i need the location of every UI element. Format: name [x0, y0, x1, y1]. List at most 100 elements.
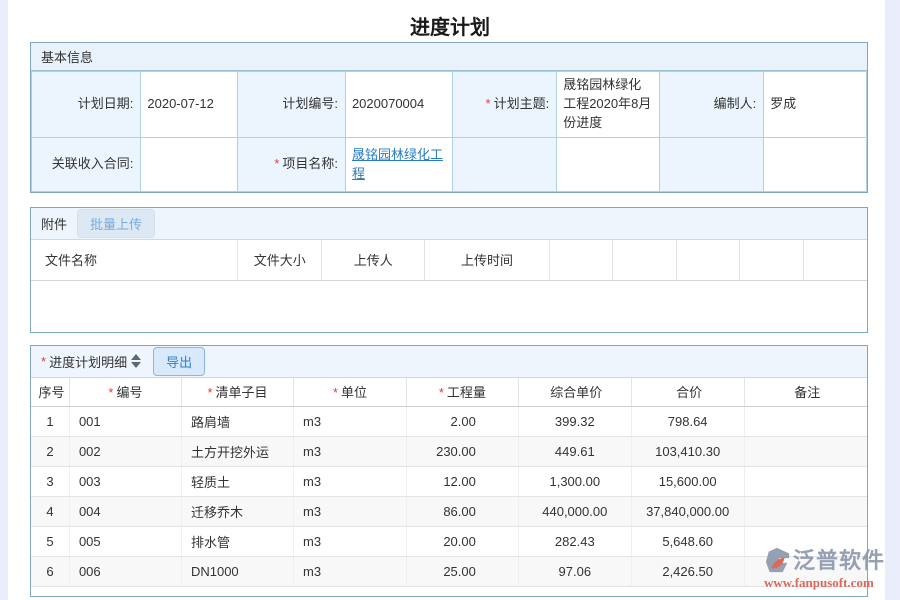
cell-seq: 4	[31, 497, 69, 527]
cell-total-price: 5,648.60	[631, 527, 744, 557]
attachments-col-uploader: 上传人	[322, 240, 425, 280]
attachments-empty-body	[31, 281, 867, 332]
project-name-link[interactable]: 晟铭园林绿化工程	[352, 147, 443, 181]
cell-unit: m3	[293, 497, 406, 527]
cell-item: 排水管	[181, 527, 293, 557]
cell-unit: m3	[293, 557, 406, 587]
plan-subject-value: 晟铭园林绿化工程2020年8月份进度	[557, 72, 660, 138]
basic-info-section: 基本信息 计划日期: 2020-07-12 计划编号: 2020070004 *…	[30, 42, 868, 193]
cell-unit-price: 97.06	[518, 557, 631, 587]
table-row: 6 006 DN1000 m3 25.00 97.06 2,426.50	[31, 557, 867, 587]
empty-label-cell	[452, 138, 556, 192]
cell-quantity: 20.00	[406, 527, 518, 557]
author-label: 编制人:	[659, 72, 763, 138]
cell-code: 003	[69, 467, 181, 497]
cell-unit: m3	[293, 527, 406, 557]
attachments-col-empty	[676, 240, 740, 280]
cell-seq: 2	[31, 437, 69, 467]
cell-quantity: 86.00	[406, 497, 518, 527]
author-value: 罗成	[764, 72, 867, 138]
cell-unit-price: 282.43	[518, 527, 631, 557]
project-name-label: *项目名称:	[238, 138, 346, 192]
attachments-title: 附件	[41, 214, 67, 233]
cell-total-price: 2,426.50	[631, 557, 744, 587]
table-row: 5 005 排水管 m3 20.00 282.43 5,648.60	[31, 527, 867, 557]
cell-total-price: 15,600.00	[631, 467, 744, 497]
cell-code: 006	[69, 557, 181, 587]
cell-total-price: 103,410.30	[631, 437, 744, 467]
col-unit: *单位	[293, 378, 406, 407]
cell-item: DN1000	[181, 557, 293, 587]
cell-unit-price: 1,300.00	[518, 467, 631, 497]
cell-quantity: 12.00	[406, 467, 518, 497]
col-remark: 备注	[744, 378, 867, 407]
attachments-col-upload-time: 上传时间	[425, 240, 550, 280]
page-edge-left	[0, 0, 8, 600]
cell-remark	[744, 557, 867, 587]
attachments-col-empty	[613, 240, 677, 280]
plan-detail-table: 序号 *编号 *清单子目 *单位 *工程量 综合单价 合价 备注 1 001 路…	[31, 378, 867, 588]
cell-remark	[744, 467, 867, 497]
plan-detail-title: 进度计划明细	[49, 352, 127, 371]
cell-unit: m3	[293, 437, 406, 467]
cell-quantity: 25.00	[406, 557, 518, 587]
cell-quantity: 2.00	[406, 407, 518, 437]
cell-code: 001	[69, 407, 181, 437]
table-row: 4 004 迁移乔木 m3 86.00 440,000.00 37,840,00…	[31, 497, 867, 527]
plan-detail-section: * 进度计划明细 导出 序号 *编号 *清单子目 *单位 *工程量 综合单价 合…	[30, 345, 868, 597]
col-unit-price: 综合单价	[518, 378, 631, 407]
required-mark: *	[274, 156, 279, 171]
col-seq: 序号	[31, 378, 69, 407]
attachments-col-file-name: 文件名称	[31, 240, 237, 280]
attachments-col-empty	[740, 240, 804, 280]
cell-seq: 6	[31, 557, 69, 587]
cell-total-price: 37,840,000.00	[631, 497, 744, 527]
empty-value-cell	[557, 138, 660, 192]
basic-info-title: 基本信息	[41, 47, 93, 66]
cell-item: 迁移乔木	[181, 497, 293, 527]
cell-remark	[744, 527, 867, 557]
plan-date-label: 计划日期:	[32, 72, 141, 138]
empty-label-cell	[659, 138, 763, 192]
cell-unit: m3	[293, 407, 406, 437]
cell-seq: 3	[31, 467, 69, 497]
cell-unit: m3	[293, 467, 406, 497]
page-title: 进度计划	[0, 0, 900, 42]
export-button[interactable]: 导出	[153, 347, 205, 376]
attachments-col-empty	[549, 240, 613, 280]
col-quantity: *工程量	[406, 378, 518, 407]
cell-total-price: 798.64	[631, 407, 744, 437]
cell-item: 轻质土	[181, 467, 293, 497]
cell-quantity: 230.00	[406, 437, 518, 467]
attachments-section-header: 附件 批量上传	[31, 208, 867, 240]
cell-code: 004	[69, 497, 181, 527]
col-item: *清单子目	[181, 378, 293, 407]
plan-date-value: 2020-07-12	[141, 72, 238, 138]
col-total-price: 合价	[631, 378, 744, 407]
cell-unit-price: 399.32	[518, 407, 631, 437]
required-mark: *	[41, 354, 46, 369]
table-row: 1 001 路肩墙 m3 2.00 399.32 798.64	[31, 407, 867, 437]
cell-remark	[744, 437, 867, 467]
batch-upload-button[interactable]: 批量上传	[77, 209, 155, 238]
income-contract-value	[141, 138, 238, 192]
attachments-table: 文件名称 文件大小 上传人 上传时间	[31, 240, 867, 281]
plan-no-value: 2020070004	[345, 72, 452, 138]
cell-code: 005	[69, 527, 181, 557]
cell-unit-price: 440,000.00	[518, 497, 631, 527]
plan-detail-section-header: * 进度计划明细 导出	[31, 346, 867, 378]
project-name-cell: 晟铭园林绿化工程	[345, 138, 452, 192]
basic-info-section-header: 基本信息	[31, 43, 867, 71]
cell-code: 002	[69, 437, 181, 467]
page-edge-right	[885, 0, 900, 600]
cell-remark	[744, 407, 867, 437]
attachments-col-empty	[803, 240, 867, 280]
table-row: 2 002 土方开挖外运 m3 230.00 449.61 103,410.30	[31, 437, 867, 467]
plan-subject-label: *计划主题:	[452, 72, 556, 138]
sort-arrows-icon[interactable]	[131, 354, 141, 368]
cell-seq: 1	[31, 407, 69, 437]
cell-unit-price: 449.61	[518, 437, 631, 467]
empty-value-cell	[764, 138, 867, 192]
basic-info-table: 计划日期: 2020-07-12 计划编号: 2020070004 *计划主题:…	[31, 71, 867, 192]
col-code: *编号	[69, 378, 181, 407]
